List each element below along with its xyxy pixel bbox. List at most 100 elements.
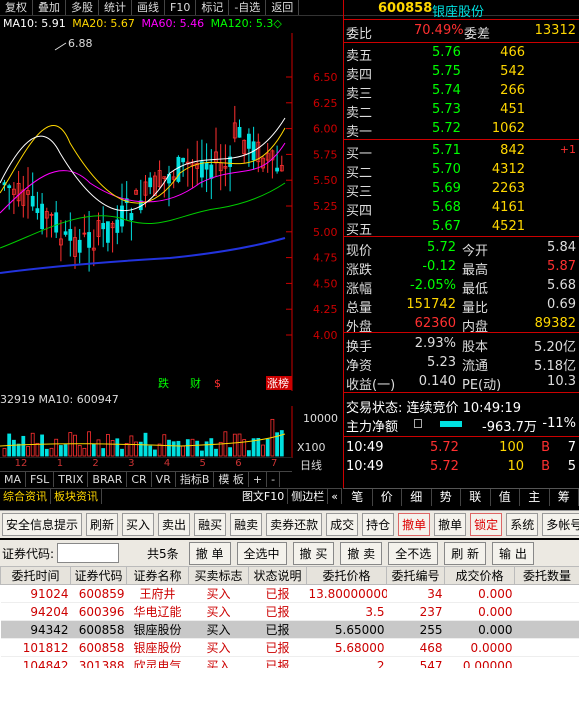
candle-body: [246, 133, 251, 149]
volume-bar: [138, 441, 143, 457]
tick-volume: 100: [499, 440, 524, 455]
query-button-2[interactable]: 撤 买: [292, 541, 335, 565]
period-label[interactable]: 日线: [300, 457, 322, 473]
price-tick-label: 5.00: [313, 226, 338, 239]
event-marker-a[interactable]: 跌: [158, 376, 169, 390]
column-header[interactable]: 成交价格: [444, 566, 515, 585]
column-header[interactable]: 委托编号: [386, 566, 445, 585]
volume-bar: [73, 434, 77, 457]
column-header[interactable]: 买卖标志: [188, 566, 249, 585]
event-marker-c[interactable]: $: [214, 377, 221, 390]
ask-label: 卖三: [346, 87, 373, 102]
volume-bar: [115, 438, 120, 457]
volume-chart[interactable]: 10000 X100: [0, 406, 342, 458]
column-header[interactable]: 状态说明: [248, 566, 307, 585]
indicator-tab-7[interactable]: 模 板: [214, 472, 249, 487]
info-tab-1[interactable]: 板块资讯: [51, 489, 102, 504]
ask-volume: 266: [500, 83, 525, 98]
info-tab-0[interactable]: 综合资讯: [0, 489, 51, 504]
price-tick-label: 5.75: [313, 148, 338, 161]
menu-item-1[interactable]: 叠加: [33, 0, 66, 15]
info-tab-2[interactable]: 图文F10: [239, 489, 289, 504]
indicator-tab-5[interactable]: VR: [152, 472, 176, 487]
query-button-6[interactable]: 输 出: [492, 541, 534, 565]
indicator-tab-4[interactable]: CR: [127, 472, 152, 487]
toolbar-button-2[interactable]: 买入: [122, 513, 155, 536]
column-header[interactable]: 证券代码: [70, 566, 127, 585]
right-tab-3[interactable]: 势: [432, 489, 461, 506]
query-button-0[interactable]: 撤 单: [188, 541, 231, 565]
order-row[interactable]: 91024 600859 王府井 买入 已报 13.80000000 34 0.000: [0, 584, 579, 603]
high-price-label: 6.88: [68, 37, 93, 50]
kline-chart[interactable]: 6.50 6.25 6.00 5.75 5.50 5.25 5.00 4.75 4.50 4.25…: [0, 33, 342, 391]
toolbar-button-9[interactable]: 撤单: [398, 513, 431, 536]
toolbar-button-0[interactable]: 安全信息提示: [2, 513, 83, 536]
zhuli-icon[interactable]: [414, 419, 422, 428]
toolbar-button-7[interactable]: 成交: [326, 513, 359, 536]
menu-item-6[interactable]: 标记: [196, 0, 230, 15]
right-tab-0[interactable]: 笔: [343, 489, 373, 506]
indicator-tab-9[interactable]: -: [267, 472, 281, 487]
column-header[interactable]: 委托时间: [0, 566, 71, 585]
menu-item-7[interactable]: -自选: [229, 0, 267, 15]
stat-row: 现价 5.72 今开 5.84: [344, 239, 579, 259]
volume-bar: [185, 439, 190, 457]
right-tab-6[interactable]: 主: [520, 489, 550, 506]
indicator-tab-3[interactable]: BRAR: [88, 472, 128, 487]
query-button-4[interactable]: 全不选: [388, 541, 439, 565]
toolbar-button-8[interactable]: 持仓: [362, 513, 395, 536]
toolbar-button-3[interactable]: 卖出: [158, 513, 191, 536]
menu-item-5[interactable]: F10: [165, 0, 197, 15]
code-input[interactable]: [57, 543, 120, 563]
toolbar-button-5[interactable]: 融卖: [230, 513, 263, 536]
stat-value: 5.18亿: [534, 359, 576, 374]
menu-item-0[interactable]: 复权: [0, 0, 33, 15]
query-button-3[interactable]: 撤 卖: [340, 541, 383, 565]
column-header[interactable]: 委托数量: [514, 566, 579, 585]
zhangbang-badge[interactable]: 涨榜: [267, 376, 289, 390]
stat-label: 涨跌: [346, 263, 373, 278]
tick-volume: 10: [507, 459, 524, 474]
volume-bar: [190, 438, 195, 457]
candle-body: [101, 222, 106, 230]
price-tick-label: 6.00: [313, 123, 338, 136]
volume-bar: [91, 443, 96, 457]
indicator-tab-2[interactable]: TRIX: [54, 472, 89, 487]
query-button-1[interactable]: 全选中: [236, 541, 287, 565]
order-cell: 91024: [0, 584, 71, 603]
info-tab-4[interactable]: «: [328, 489, 342, 504]
toolbar-button-11[interactable]: 锁定: [470, 513, 503, 536]
query-button-5[interactable]: 刷 新: [444, 541, 487, 565]
info-tab-3[interactable]: 侧边栏: [288, 489, 329, 504]
right-tab-5[interactable]: 值: [491, 489, 520, 506]
event-marker-b[interactable]: 财: [190, 376, 201, 390]
order-row[interactable]: 94204 600396 华电辽能 买入 已报 3.5 237 0.000: [0, 602, 579, 621]
indicator-tab-0[interactable]: MA: [0, 472, 27, 487]
toolbar-button-12[interactable]: 系统: [506, 513, 539, 536]
indicator-tab-8[interactable]: +: [249, 472, 268, 487]
indicator-tab-6[interactable]: 指标B: [176, 472, 215, 487]
order-table: 委托时间 证券代码 证券名称 买卖标志 状态说明 委托价格 委托编号 成交价格 委托数量 910…: [0, 566, 579, 675]
toolbar-button-4[interactable]: 融买: [194, 513, 227, 536]
stat-value: 2.93%: [414, 336, 456, 351]
column-header[interactable]: 委托价格: [306, 566, 387, 585]
volume-bar: [110, 440, 115, 457]
toolbar-button-13[interactable]: 多帐号: [542, 513, 579, 536]
toolbar-button-6[interactable]: 卖券还款: [266, 513, 323, 536]
right-tab-7[interactable]: 筹: [550, 489, 579, 506]
toolbar-button-1[interactable]: 刷新: [86, 513, 119, 536]
trade-status: 交易状态: 连续竞价 10:49:19: [344, 396, 579, 416]
menu-item-4[interactable]: 画线: [132, 0, 165, 15]
right-tab-1[interactable]: 价: [373, 489, 402, 506]
order-row[interactable]: 101812 600858 银座股份 买入 已报 5.68000 468 0.0000: [0, 638, 579, 657]
menu-item-3[interactable]: 统计: [99, 0, 132, 15]
toolbar-button-10[interactable]: 撤单: [434, 513, 467, 536]
indicator-tab-1[interactable]: FSL: [26, 472, 55, 487]
order-row[interactable]: 94342 600858 银座股份 买入 已报 5.65000 255 0.000: [0, 620, 579, 639]
menu-item-2[interactable]: 多股: [66, 0, 99, 15]
column-header[interactable]: 证券名称: [126, 566, 189, 585]
right-tab-4[interactable]: 联: [461, 489, 491, 506]
tick-count: 7: [567, 440, 576, 455]
menu-item-8[interactable]: 返回: [266, 0, 300, 15]
right-tab-2[interactable]: 细: [402, 489, 432, 506]
